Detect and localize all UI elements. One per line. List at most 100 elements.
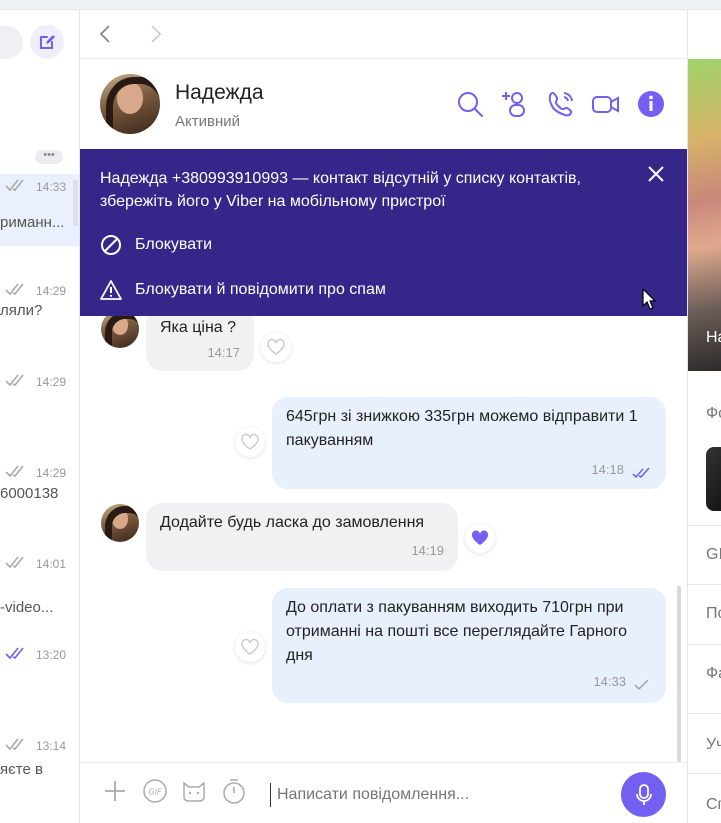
block-label: Блокувати — [135, 236, 213, 253]
media-thumbnail[interactable] — [706, 447, 721, 511]
conversation-panel: Надежда Активний Надежда +380993910993 —… — [80, 10, 687, 823]
read-double-check-icon — [632, 467, 650, 479]
chat-search-input[interactable] — [0, 26, 23, 59]
contact-info-panel: На Фо GI По Фа Уч Сп — [687, 10, 721, 823]
info-section-files[interactable]: Фа — [688, 644, 721, 704]
message-time: 14:33 — [593, 674, 626, 689]
chat-list-item[interactable]: 14:33 риманн... — [0, 174, 79, 246]
compose-icon — [40, 35, 55, 49]
photo-caption: На — [706, 329, 721, 346]
message-time: 14:18 — [591, 462, 624, 477]
chat-header: Надежда Активний — [80, 59, 687, 149]
chat-time: 14:29 — [36, 284, 67, 298]
unknown-contact-banner: Надежда +380993910993 — контакт відсутні… — [80, 149, 687, 316]
chat-list-scrollbar[interactable] — [73, 180, 78, 226]
like-button[interactable] — [261, 332, 291, 362]
close-icon[interactable] — [645, 163, 667, 185]
info-section-gif[interactable]: GI — [688, 525, 721, 584]
block-report-label: Блокувати й повідомити про спам — [135, 281, 386, 298]
block-and-report-button[interactable]: Блокувати й повідомити про спам — [100, 278, 386, 302]
warning-icon — [100, 280, 122, 300]
sender-avatar[interactable] — [101, 504, 139, 542]
sticker-icon[interactable] — [180, 777, 208, 805]
chat-snippet: риманн... — [0, 214, 65, 231]
gif-icon[interactable]: GIF — [141, 777, 169, 805]
banner-message: Надежда +380993910993 — контакт відсутні… — [100, 170, 581, 210]
info-section-media[interactable]: Фо — [688, 395, 721, 435]
chat-list-item[interactable]: 14:29 6000138 — [0, 460, 79, 532]
message-input[interactable] — [270, 783, 610, 807]
search-icon[interactable] — [455, 89, 485, 119]
message-composer: GIF — [80, 762, 687, 823]
back-arrow-icon[interactable] — [94, 22, 118, 46]
chat-time: 13:14 — [36, 739, 67, 753]
message-bubble-incoming[interactable]: Яка ціна ? 14:17 — [146, 316, 254, 371]
heart-outline-icon — [241, 638, 259, 655]
contact-avatar[interactable] — [100, 74, 160, 134]
double-check-icon — [5, 374, 24, 387]
contact-status: Активний — [175, 113, 240, 130]
block-button[interactable]: Блокувати — [100, 233, 212, 257]
message-text: 645грн зі знижкою 335грн можемо відправи… — [286, 408, 638, 449]
message-scrollbar[interactable] — [677, 586, 681, 762]
forward-arrow-icon[interactable] — [143, 22, 167, 46]
message-text: До оплати з пакуванням виходить 710грн п… — [286, 599, 628, 664]
message-time: 14:19 — [411, 543, 444, 558]
timer-icon[interactable] — [220, 777, 248, 805]
message-text: Яка ціна ? — [160, 319, 237, 336]
chat-snippet: яєте в — [0, 761, 43, 778]
add-participant-icon[interactable] — [500, 89, 530, 119]
plus-icon[interactable] — [101, 777, 129, 805]
double-check-icon — [5, 465, 24, 478]
message-time: 14:17 — [207, 345, 240, 360]
message-bubble-outgoing[interactable]: 645грн зі знижкою 335грн можемо відправи… — [272, 397, 666, 489]
svg-text:GIF: GIF — [148, 788, 162, 797]
chat-time: 14:01 — [36, 557, 67, 571]
double-check-icon — [5, 179, 24, 192]
block-icon — [101, 235, 121, 255]
mouse-pointer-icon — [642, 288, 656, 310]
double-check-icon — [5, 738, 24, 751]
voice-message-button[interactable] — [621, 772, 666, 817]
info-section-list[interactable]: Сп — [688, 773, 721, 823]
heart-outline-icon — [267, 338, 285, 355]
message-bubble-outgoing[interactable]: До оплати з пакуванням виходить 710грн п… — [272, 588, 666, 703]
more-chats-button[interactable]: ••• — [35, 150, 63, 164]
window-top-strip — [0, 0, 721, 10]
chat-time: 13:20 — [36, 648, 67, 662]
contact-name[interactable]: Надежда — [175, 81, 264, 105]
sender-avatar[interactable] — [101, 316, 139, 348]
message-bubble-incoming[interactable]: Додайте будь ласка до замовлення 14:19 — [146, 503, 458, 571]
message-text: Додайте будь ласка до замовлення — [160, 514, 425, 531]
chat-list-item[interactable]: 14:29 — [0, 369, 79, 441]
like-button[interactable] — [465, 523, 495, 553]
chat-time: 14:29 — [36, 466, 67, 480]
video-call-icon[interactable] — [591, 89, 621, 119]
info-icon[interactable] — [636, 89, 666, 119]
info-section-item[interactable]: По — [688, 584, 721, 644]
chat-list-item[interactable]: 14:29 ляли? — [0, 278, 79, 350]
heart-filled-icon — [471, 530, 489, 545]
chat-list-panel: ••• 14:33 риманн... 14:29 ляли? 14:29 14… — [0, 10, 80, 823]
double-check-icon — [5, 283, 24, 296]
phone-call-icon[interactable] — [546, 89, 576, 119]
info-section-participants[interactable]: Уч — [688, 713, 721, 773]
double-check-icon — [5, 647, 24, 660]
chat-snippet: -video... — [0, 599, 54, 616]
contact-photo[interactable]: На — [688, 59, 721, 371]
chat-list-item[interactable]: 13:14 яєте в — [0, 733, 79, 805]
message-list: Яка ціна ? 14:17 645грн зі знижкою 335гр… — [80, 316, 687, 762]
delivered-check-icon — [634, 679, 649, 691]
compose-button[interactable] — [30, 25, 64, 59]
chat-snippet: ляли? — [0, 302, 43, 319]
heart-outline-icon — [241, 433, 259, 450]
navigation-bar — [80, 10, 687, 59]
chat-list-item[interactable]: 14:01 -video... — [0, 551, 79, 623]
chat-snippet: 6000138 — [0, 485, 59, 502]
chat-time: 14:33 — [36, 180, 67, 194]
like-button[interactable] — [235, 632, 265, 662]
like-button[interactable] — [235, 427, 265, 457]
double-check-icon — [5, 556, 24, 569]
microphone-icon — [635, 783, 652, 805]
chat-list-item[interactable]: 13:20 — [0, 642, 79, 714]
